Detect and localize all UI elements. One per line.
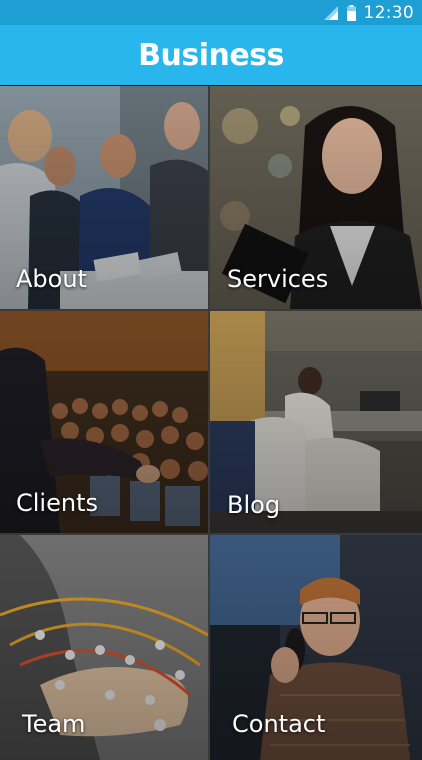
tile-contact[interactable]: Contact <box>210 535 422 760</box>
tile-team[interactable]: Team <box>0 535 208 760</box>
tile-clients[interactable]: Clients <box>0 311 208 533</box>
tile-services[interactable]: Services <box>210 86 422 309</box>
battery-icon <box>346 4 356 21</box>
tile-label-blog: Blog <box>227 491 281 519</box>
tile-grid: About Services Clients Blog Team Contact <box>0 86 422 760</box>
tile-label-team: Team <box>22 710 86 738</box>
tile-label-about: About <box>16 265 87 293</box>
tile-label-services: Services <box>227 265 329 293</box>
status-bar: 12:30 <box>0 0 422 25</box>
signal-icon <box>323 5 338 20</box>
tile-label-clients: Clients <box>16 489 98 517</box>
status-time: 12:30 <box>363 2 414 23</box>
page-title: Business <box>138 37 284 73</box>
tile-blog[interactable]: Blog <box>210 311 422 533</box>
tile-label-contact: Contact <box>232 710 326 738</box>
app-bar: Business <box>0 25 422 85</box>
tile-about[interactable]: About <box>0 86 208 309</box>
